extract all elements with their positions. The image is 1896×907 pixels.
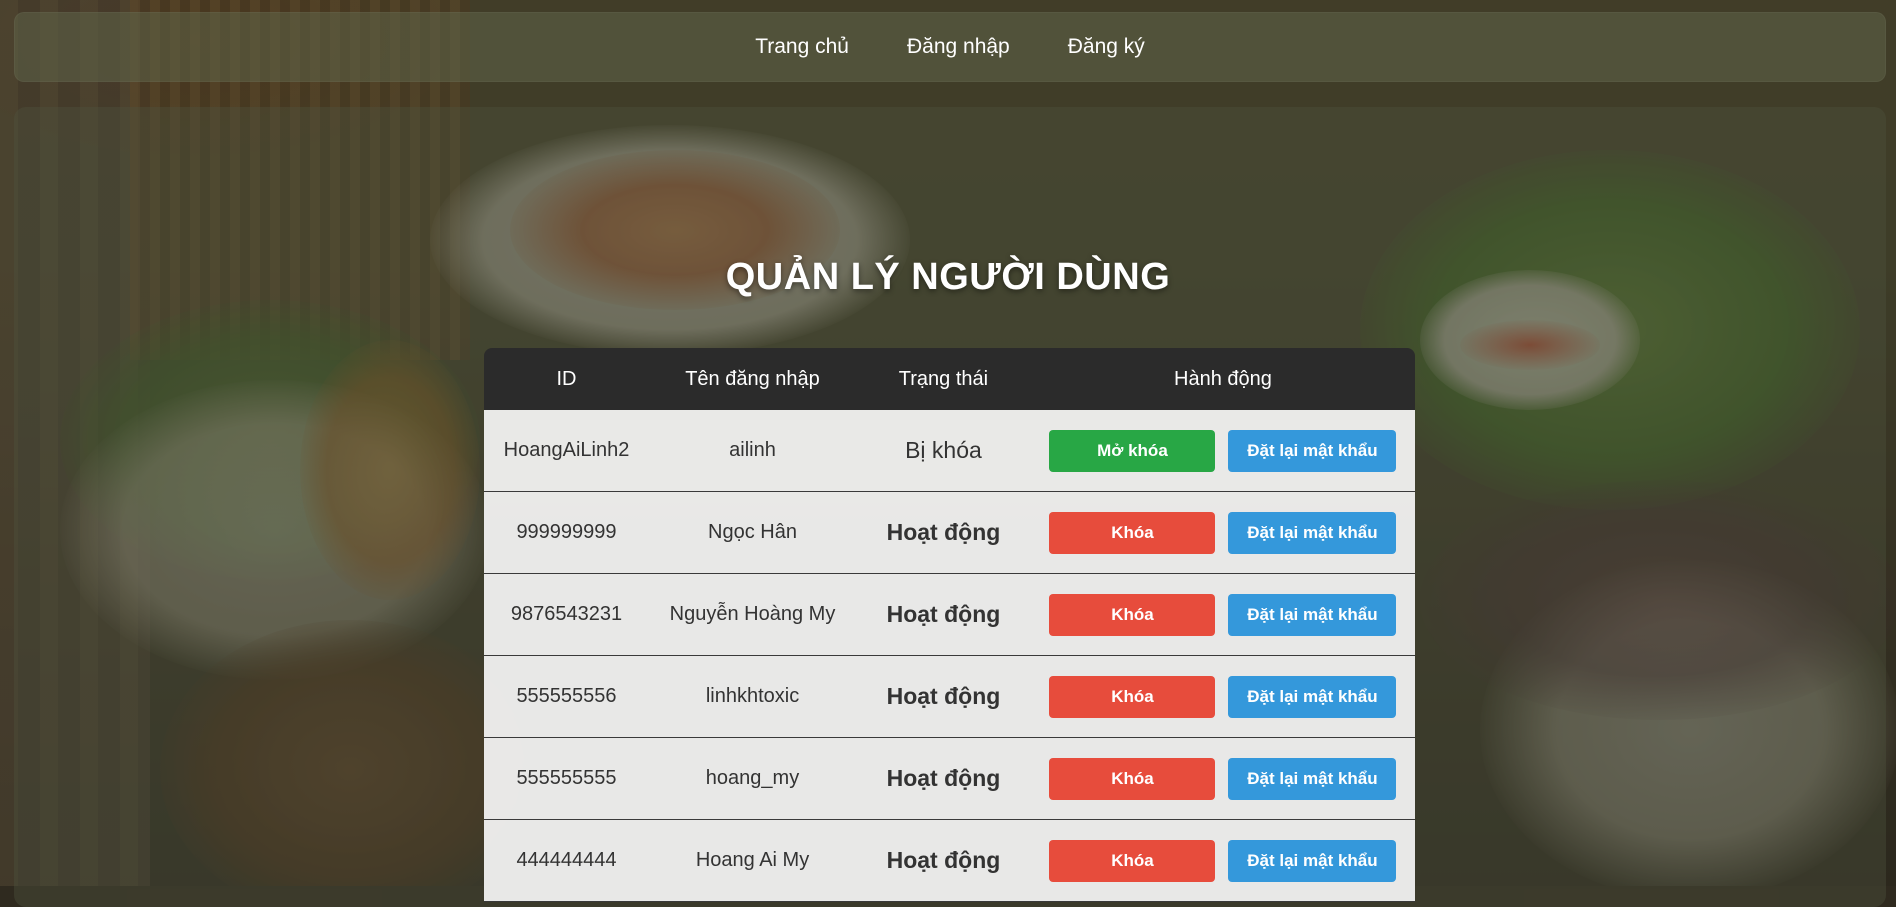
header-action: Hành động <box>1030 348 1415 410</box>
nav-login-link[interactable]: Đăng nhập <box>907 35 1010 59</box>
status-badge: Hoạt động <box>856 819 1031 902</box>
cell-actions: Mở khóa Đặt lại mật khẩu <box>1030 410 1415 492</box>
status-badge: Bị khóa <box>856 410 1031 492</box>
reset-password-button[interactable]: Đặt lại mật khẩu <box>1228 675 1397 718</box>
cell-username: linhkhtoxic <box>649 655 857 738</box>
header-id: ID <box>484 348 649 410</box>
cell-id: 999999999 <box>484 491 649 574</box>
reset-password-button[interactable]: Đặt lại mật khẩu <box>1228 839 1397 882</box>
cell-id: 9876543231 <box>484 573 649 656</box>
lock-button[interactable]: Khóa <box>1049 593 1216 636</box>
header-status: Trạng thái <box>856 348 1031 410</box>
page-title: QUẢN LÝ NGƯỜI DÙNG <box>725 256 1171 298</box>
reset-password-button[interactable]: Đặt lại mật khẩu <box>1228 429 1397 472</box>
status-badge: Hoạt động <box>856 655 1031 738</box>
nav-register-link[interactable]: Đăng ký <box>1068 35 1145 59</box>
cell-id: 555555556 <box>484 655 649 738</box>
table-row: 555555556 linhkhtoxic Hoạt động Khóa Đặt… <box>484 655 1415 738</box>
lock-button[interactable]: Khóa <box>1049 511 1216 554</box>
table-row: 9876543231 Nguyễn Hoàng My Hoạt động Khó… <box>484 573 1415 656</box>
lock-button[interactable]: Khóa <box>1049 839 1216 882</box>
lock-button[interactable]: Khóa <box>1049 675 1216 718</box>
table-row: 444444444 Hoang Ai My Hoạt động Khóa Đặt… <box>484 819 1415 902</box>
nav-links: Trang chủ Đăng nhập Đăng ký <box>14 12 1886 82</box>
cell-username: hoang_my <box>649 737 857 820</box>
status-badge: Hoạt động <box>856 491 1031 574</box>
table-header-row: ID Tên đăng nhập Trạng thái Hành động <box>484 348 1415 410</box>
cell-actions: Khóa Đặt lại mật khẩu <box>1030 737 1415 820</box>
cell-username: Ngọc Hân <box>649 491 857 574</box>
cell-actions: Khóa Đặt lại mật khẩu <box>1030 573 1415 656</box>
user-management-table: ID Tên đăng nhập Trạng thái Hành động Ho… <box>484 348 1415 902</box>
cell-id: 555555555 <box>484 737 649 820</box>
table-row: 999999999 Ngọc Hân Hoạt động Khóa Đặt lạ… <box>484 491 1415 574</box>
cell-actions: Khóa Đặt lại mật khẩu <box>1030 655 1415 738</box>
cell-id: 444444444 <box>484 819 649 902</box>
reset-password-button[interactable]: Đặt lại mật khẩu <box>1228 757 1397 800</box>
reset-password-button[interactable]: Đặt lại mật khẩu <box>1228 593 1397 636</box>
nav-home-link[interactable]: Trang chủ <box>755 35 849 59</box>
cell-username: Nguyễn Hoàng My <box>649 573 857 656</box>
table-row: HoangAiLinh2 ailinh Bị khóa Mở khóa Đặt … <box>484 410 1415 492</box>
status-badge: Hoạt động <box>856 573 1031 656</box>
header-username: Tên đăng nhập <box>649 348 857 410</box>
cell-actions: Khóa Đặt lại mật khẩu <box>1030 819 1415 902</box>
unlock-button[interactable]: Mở khóa <box>1049 429 1216 472</box>
cell-username: ailinh <box>649 410 857 492</box>
status-badge: Hoạt động <box>856 737 1031 820</box>
reset-password-button[interactable]: Đặt lại mật khẩu <box>1228 511 1397 554</box>
cell-actions: Khóa Đặt lại mật khẩu <box>1030 491 1415 574</box>
cell-username: Hoang Ai My <box>649 819 857 902</box>
lock-button[interactable]: Khóa <box>1049 757 1216 800</box>
table-row: 555555555 hoang_my Hoạt động Khóa Đặt lạ… <box>484 737 1415 820</box>
top-navbar: Trang chủ Đăng nhập Đăng ký <box>14 12 1886 82</box>
cell-id: HoangAiLinh2 <box>484 410 649 492</box>
